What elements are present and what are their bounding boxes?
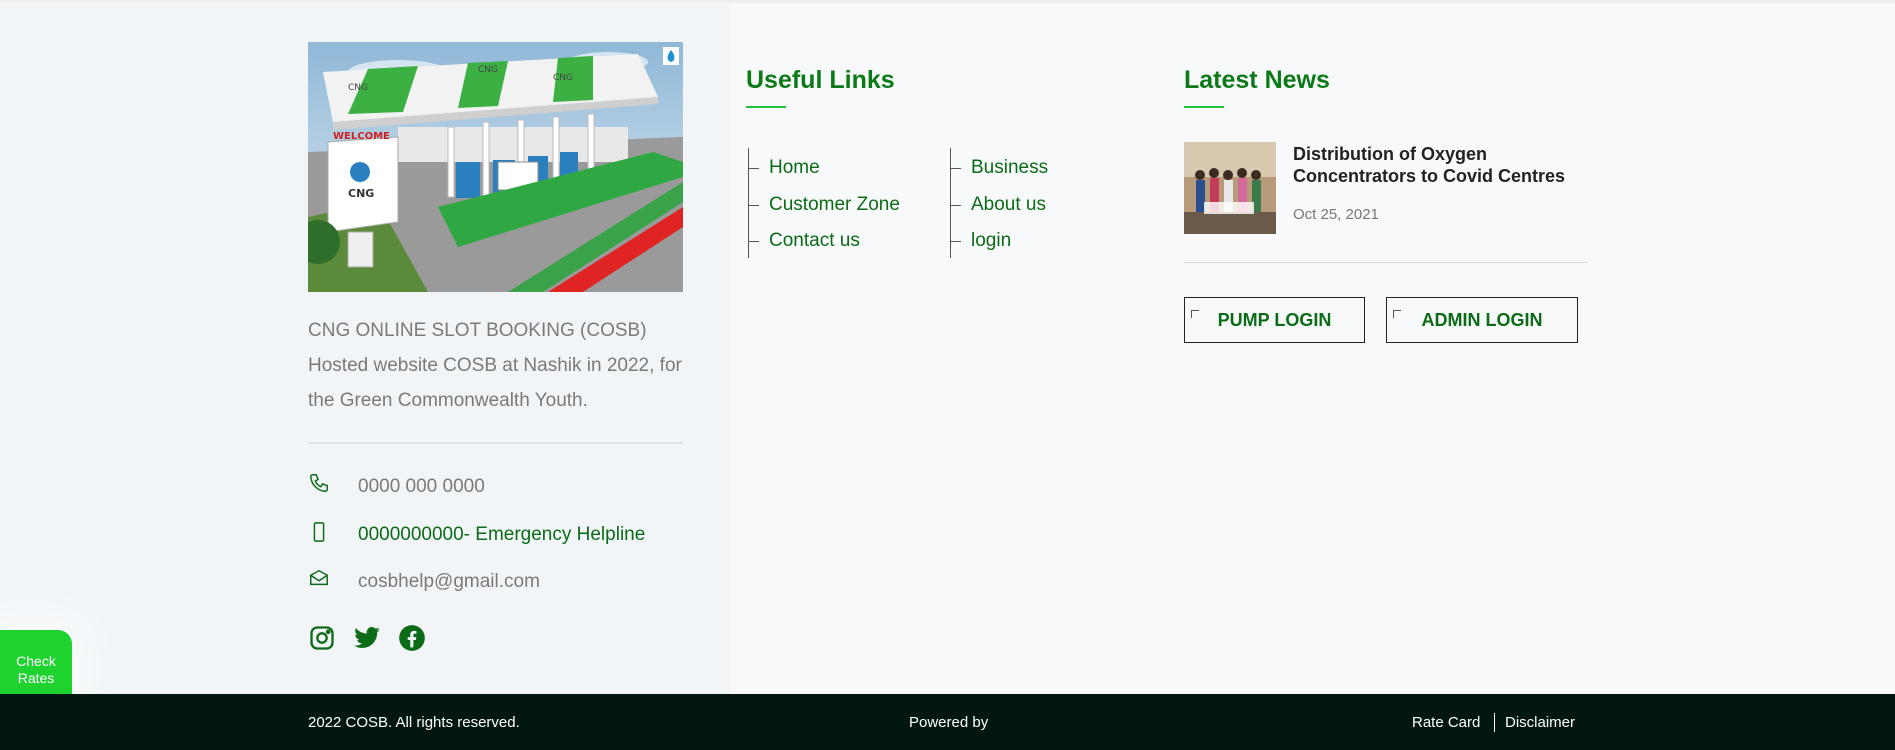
email-row[interactable]: cosbhelp@gmail.com [308,567,540,597]
image-sign-label: CNG [348,83,368,93]
link-customer-zone[interactable]: Customer Zone [749,187,900,224]
useful-links-col2: Business About us login [950,148,1048,258]
admin-login-label: ADMIN LOGIN [1421,309,1543,330]
twitter-icon[interactable] [353,624,381,652]
latest-news-heading: Latest News [1184,66,1330,94]
footer: 2022 COSB. All rights reserved. Powered … [0,694,1895,750]
news-divider [1184,262,1588,263]
useful-links-heading: Useful Links [746,66,895,94]
link-login[interactable]: login [951,223,1048,260]
phone-icon [308,472,358,502]
powered-by-text: Powered by [909,714,989,731]
heading-underline [746,106,786,108]
link-business[interactable]: Business [951,150,1048,187]
phone-row: 0000 000 0000 [308,472,485,502]
phone-number: 0000 000 0000 [358,476,485,497]
button-corner-decoration [1191,310,1199,318]
copyright-text: 2022 COSB. All rights reserved. [308,714,520,731]
social-links [308,624,426,652]
image-sign-label: CNG [348,187,374,200]
links-panel [729,3,1895,694]
image-sign-label: CNG [478,65,498,75]
news-thumbnail[interactable] [1184,142,1276,234]
useful-links-col1: Home Customer Zone Contact us [748,148,900,258]
mail-icon [308,567,358,597]
emergency-helpline[interactable]: 0000000000- Emergency Helpline [358,524,645,546]
cng-station-image: CNG CNG CNG WELCOME CNG [308,42,683,292]
pump-login-label: PUMP LOGIN [1217,309,1332,330]
news-title[interactable]: Distribution of Oxygen Concentrators to … [1293,143,1603,187]
link-about-us[interactable]: About us [951,187,1048,224]
heading-underline [1184,106,1224,108]
facebook-icon[interactable] [398,624,426,652]
button-corner-decoration [1393,310,1401,318]
pump-login-button[interactable]: PUMP LOGIN [1184,297,1365,343]
about-description: CNG ONLINE SLOT BOOKING (COSB) Hosted we… [308,320,682,411]
rate-card-link[interactable]: Rate Card [1412,714,1480,731]
news-date: Oct 25, 2021 [1293,206,1379,223]
emergency-row[interactable]: 0000000000- Emergency Helpline [308,520,645,550]
footer-separator [1494,713,1495,732]
image-sign-label: CNG [553,73,573,83]
about-divider [308,442,683,444]
disclaimer-link[interactable]: Disclaimer [1505,714,1575,731]
link-home[interactable]: Home [749,150,900,187]
link-contact-us[interactable]: Contact us [749,223,900,260]
instagram-icon[interactable] [308,624,336,652]
email-address[interactable]: cosbhelp@gmail.com [358,571,540,593]
admin-login-button[interactable]: ADMIN LOGIN [1386,297,1578,343]
image-sign-label: WELCOME [333,131,390,142]
mobile-icon [308,520,358,550]
